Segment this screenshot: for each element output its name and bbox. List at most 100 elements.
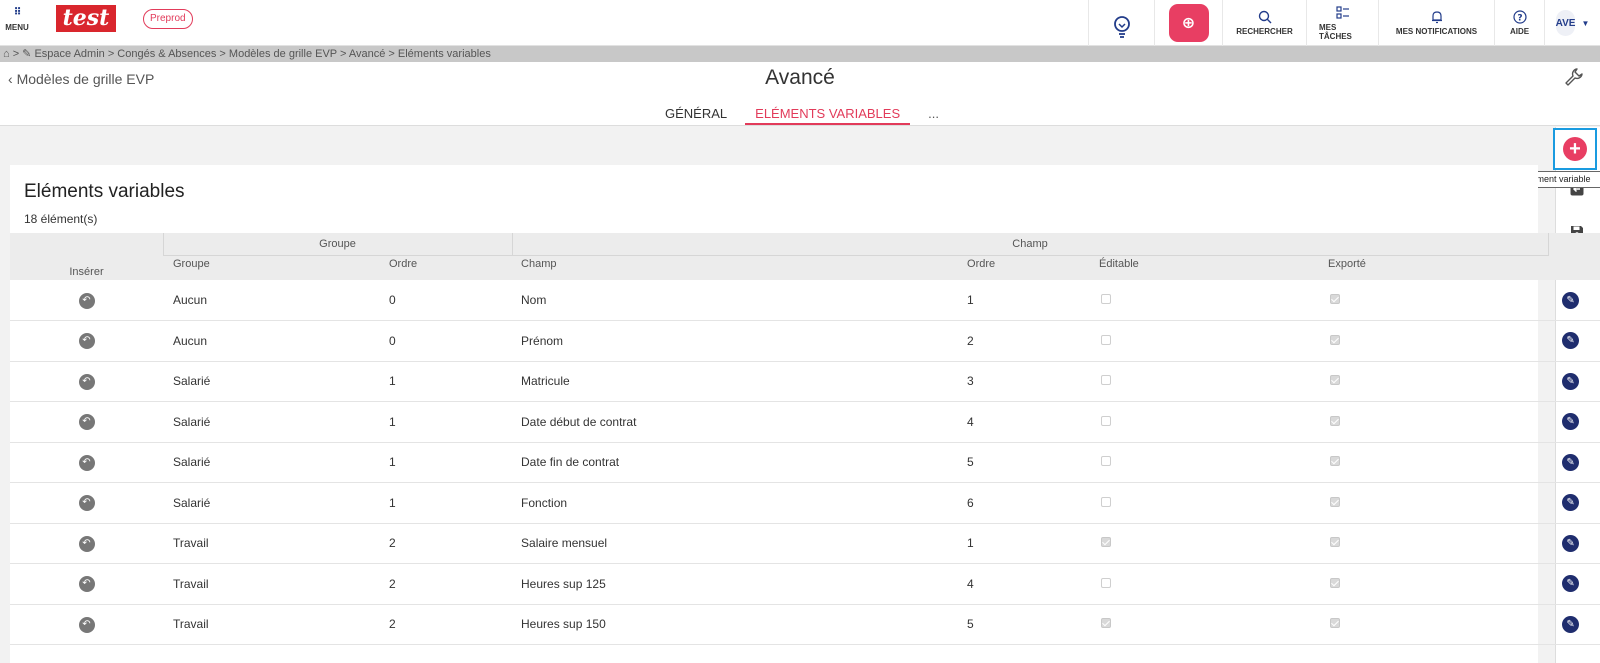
help-label: AIDE bbox=[1509, 27, 1530, 36]
col-editable[interactable]: Éditable bbox=[1093, 255, 1324, 280]
cell-groupe: Travail bbox=[163, 563, 380, 605]
edit-icon[interactable]: ✎ bbox=[1562, 453, 1580, 471]
wrench-icon[interactable] bbox=[1564, 67, 1584, 93]
col-champ[interactable]: Champ bbox=[512, 255, 963, 280]
editable-checkbox[interactable] bbox=[1101, 618, 1112, 629]
menu-label: MENU bbox=[5, 23, 29, 32]
cell-ordre-champ: 4 bbox=[962, 401, 1094, 443]
table-row: ↶Travail2Heures sup 1505✎× bbox=[10, 604, 1600, 645]
breadcrumb[interactable]: ⌂ > ✎ Espace Admin > Congés & Absences >… bbox=[0, 46, 1600, 62]
editable-checkbox[interactable] bbox=[1101, 496, 1112, 507]
add-element-button[interactable]: + bbox=[1553, 128, 1597, 170]
cell-groupe: Travail bbox=[163, 604, 380, 645]
cell-ordre-groupe: 2 bbox=[380, 604, 513, 645]
editable-checkbox[interactable] bbox=[1101, 456, 1112, 467]
editable-checkbox[interactable] bbox=[1101, 415, 1112, 426]
table-body: ↶Aucun0Nom1✎×↶Aucun0Prénom2✎×↶Salarié1Ma… bbox=[10, 280, 1600, 645]
insert-icon[interactable]: ↶ bbox=[78, 616, 95, 633]
edit-icon[interactable]: ✎ bbox=[1562, 575, 1580, 593]
cell-groupe: Salarié bbox=[163, 401, 380, 443]
table-row: ↶Salarié1Date début de contrat4✎× bbox=[10, 401, 1600, 443]
col-ordre-champ[interactable]: Ordre bbox=[962, 255, 1094, 280]
quick-add-button[interactable]: ⊕ bbox=[1154, 0, 1222, 46]
cell-champ: Nom bbox=[512, 280, 963, 321]
edit-icon[interactable]: ✎ bbox=[1562, 291, 1580, 309]
insert-icon[interactable]: ↶ bbox=[78, 333, 95, 350]
element-count: 18 élément(s) bbox=[24, 212, 98, 226]
cell-champ: Matricule bbox=[512, 361, 963, 402]
cell-ordre-groupe: 2 bbox=[380, 523, 513, 564]
exporte-checkbox[interactable] bbox=[1330, 375, 1341, 386]
edit-icon[interactable]: ✎ bbox=[1562, 413, 1580, 431]
cell-champ: Date début de contrat bbox=[512, 401, 963, 443]
insert-icon[interactable]: ↶ bbox=[78, 535, 95, 552]
elements-card: Eléments variables 18 élément(s) Groupe … bbox=[10, 165, 1600, 663]
exporte-checkbox[interactable] bbox=[1330, 334, 1341, 345]
environment-badge: Preprod bbox=[143, 9, 193, 29]
tab-more[interactable]: ... bbox=[918, 106, 949, 125]
cell-champ: Salaire mensuel bbox=[512, 523, 963, 564]
tab-general[interactable]: GÉNÉRAL bbox=[655, 106, 737, 125]
insert-icon[interactable]: ↶ bbox=[78, 292, 95, 309]
tasks-icon bbox=[1335, 5, 1350, 20]
edit-icon[interactable]: ✎ bbox=[1562, 494, 1580, 512]
cell-champ: Heures sup 125 bbox=[512, 563, 963, 605]
avatar: AVE bbox=[1555, 10, 1576, 36]
col-ordre-groupe[interactable]: Ordre bbox=[380, 255, 513, 280]
menu-button[interactable]: ⠿ MENU bbox=[0, 0, 34, 46]
help-button[interactable]: ? AIDE bbox=[1494, 0, 1544, 46]
search-icon bbox=[1258, 10, 1272, 24]
plus-icon: ⊕ bbox=[1168, 4, 1209, 42]
editable-checkbox[interactable] bbox=[1101, 334, 1112, 345]
tasks-button[interactable]: MES TÂCHES bbox=[1306, 0, 1378, 46]
insert-icon[interactable]: ↶ bbox=[78, 495, 95, 512]
cell-champ: Fonction bbox=[512, 482, 963, 524]
insert-icon[interactable]: ↶ bbox=[78, 454, 95, 471]
col-groupe[interactable]: Groupe bbox=[163, 255, 380, 280]
exporte-checkbox[interactable] bbox=[1330, 577, 1341, 588]
exporte-checkbox[interactable] bbox=[1330, 456, 1341, 467]
ideas-button[interactable] bbox=[1088, 0, 1154, 46]
tab-elements-variables[interactable]: ELÉMENTS VARIABLES bbox=[745, 106, 911, 125]
edit-icon[interactable]: ✎ bbox=[1562, 372, 1580, 390]
app-logo[interactable]: test bbox=[56, 5, 116, 32]
table-row: ↶Salarié1Date fin de contrat5✎× bbox=[10, 442, 1600, 483]
col-inserer[interactable]: Insérer bbox=[10, 255, 163, 280]
edit-icon[interactable]: ✎ bbox=[1562, 615, 1580, 633]
search-label: RECHERCHER bbox=[1236, 27, 1293, 36]
user-menu[interactable]: AVE ▼ bbox=[1544, 0, 1600, 46]
editable-checkbox[interactable] bbox=[1101, 375, 1112, 386]
svg-text:?: ? bbox=[1517, 14, 1522, 24]
cell-champ: Date fin de contrat bbox=[512, 442, 963, 483]
insert-icon[interactable]: ↶ bbox=[78, 576, 95, 593]
apps-grid-icon: ⠿ bbox=[13, 7, 22, 18]
exporte-checkbox[interactable] bbox=[1330, 415, 1341, 426]
table-row: ↶Aucun0Prénom2✎× bbox=[10, 320, 1600, 362]
editable-checkbox[interactable] bbox=[1101, 294, 1112, 304]
notifications-button[interactable]: MES NOTIFICATIONS bbox=[1378, 0, 1494, 46]
exporte-checkbox[interactable] bbox=[1330, 537, 1341, 548]
cell-champ: Prénom bbox=[512, 320, 963, 362]
edit-icon[interactable]: ✎ bbox=[1562, 534, 1580, 552]
group-header-champ: Champ bbox=[511, 233, 1549, 256]
table-row: ↶Salarié1Fonction6✎× bbox=[10, 482, 1600, 524]
col-exporte[interactable]: Exporté bbox=[1323, 255, 1549, 280]
insert-icon[interactable]: ↶ bbox=[78, 373, 95, 390]
card-title: Eléments variables bbox=[24, 181, 185, 202]
edit-icon[interactable]: ✎ bbox=[1562, 332, 1580, 350]
cell-ordre-champ: 5 bbox=[962, 442, 1094, 483]
cell-ordre-champ: 4 bbox=[962, 563, 1094, 605]
notifications-label: MES NOTIFICATIONS bbox=[1395, 27, 1478, 36]
exporte-checkbox[interactable] bbox=[1330, 294, 1341, 304]
cell-ordre-groupe: 0 bbox=[380, 280, 513, 321]
exporte-checkbox[interactable] bbox=[1330, 496, 1341, 507]
search-button[interactable]: RECHERCHER bbox=[1222, 0, 1306, 46]
top-right-toolbar: ⊕ RECHERCHER MES TÂCHES MES NOTIFICATION… bbox=[1088, 0, 1600, 46]
cell-groupe: Salarié bbox=[163, 361, 380, 402]
insert-icon[interactable]: ↶ bbox=[78, 414, 95, 431]
cell-ordre-groupe: 2 bbox=[380, 563, 513, 605]
exporte-checkbox[interactable] bbox=[1330, 618, 1341, 629]
editable-checkbox[interactable] bbox=[1101, 537, 1112, 548]
editable-checkbox[interactable] bbox=[1101, 577, 1112, 588]
column-header-row: Insérer Groupe Ordre Champ Ordre Éditabl… bbox=[10, 255, 1600, 280]
